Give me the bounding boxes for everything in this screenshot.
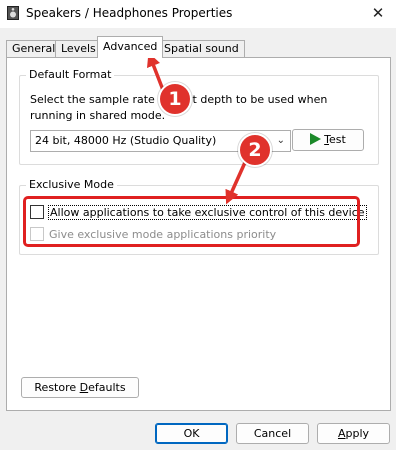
arrow-to-advanced-tab [146,52,165,91]
annotation-arrows [146,52,249,205]
tab-advanced[interactable]: Advanced [97,36,164,58]
step-2-badge: 2 [238,133,272,167]
step-1-badge: 1 [158,82,192,116]
arrow-to-exclusive-checkbox [225,157,249,205]
